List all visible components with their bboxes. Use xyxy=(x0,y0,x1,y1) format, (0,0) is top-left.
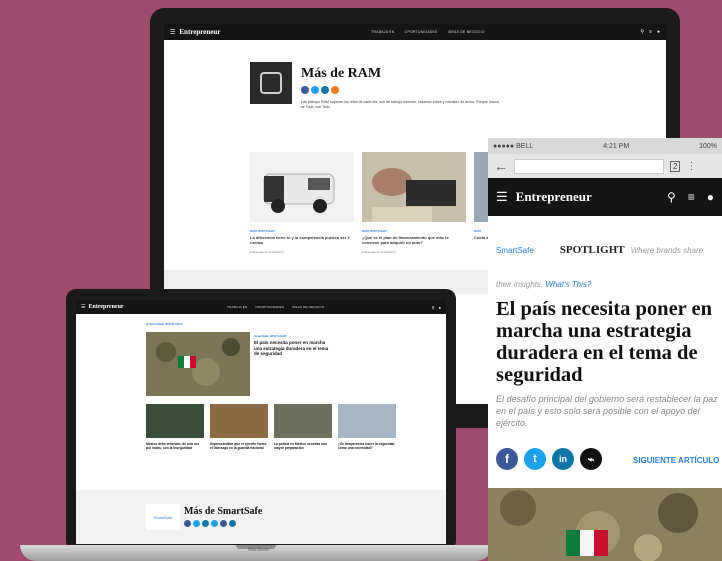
card-image[interactable] xyxy=(338,404,396,438)
search-icon[interactable]: ⚲ xyxy=(432,305,435,310)
browser-toolbar: ← 2 ⋮ xyxy=(488,154,722,178)
nav-item[interactable]: TRABAJA EN xyxy=(371,30,394,34)
battery: 100% xyxy=(699,142,717,150)
whats-this-link[interactable]: What's This? xyxy=(545,280,591,289)
card-tag: RAM SPOTLIGHT xyxy=(250,229,275,233)
sponsor-strip: SmartSafe SPOTLIGHT Where brands share xyxy=(496,244,720,256)
macbook-label: MacBook xyxy=(248,547,269,553)
card-image[interactable] xyxy=(210,404,268,438)
laptop: ☰ Entrepreneur TRABAJA EN OPORTUNIDADES … xyxy=(66,289,456,551)
share-icon[interactable] xyxy=(211,520,218,527)
clock: 4:21 PM xyxy=(603,142,630,150)
phone-screen: ●●●●● BELL 4:21 PM 100% ← 2 ⋮ ☰ Entrepre… xyxy=(488,138,722,561)
subhead: El desafío principal del gobierno será r… xyxy=(496,394,718,428)
section-description: Las pickups RAM superan los retos de cad… xyxy=(301,100,499,109)
rss-icon[interactable] xyxy=(331,86,339,94)
nav-item[interactable]: IDEAS DE NEGOCIO xyxy=(292,305,324,309)
url-field[interactable] xyxy=(514,158,664,174)
card-image[interactable] xyxy=(274,404,332,438)
linkedin-icon[interactable]: in xyxy=(552,448,574,470)
card-image-van[interactable] xyxy=(250,152,354,222)
spotlight-label: SPOTLIGHT xyxy=(559,244,625,256)
search-icon[interactable]: ⚲ xyxy=(667,190,676,204)
card-title[interactable]: Imprescindible que el ejercito forme el … xyxy=(210,442,268,450)
insights-text: their insights. xyxy=(496,280,544,289)
hamburger-icon[interactable]: ☰ xyxy=(81,304,85,310)
twitter-icon[interactable] xyxy=(193,520,200,527)
finance-image xyxy=(362,152,466,222)
hamburger-icon[interactable]: ☰ xyxy=(170,29,175,36)
card-title[interactable]: ¿Se desperecera hacer la seguridad como … xyxy=(338,442,396,450)
share-icon[interactable] xyxy=(229,520,236,527)
headline: El país necesita poner en marcha una est… xyxy=(496,298,713,386)
brand-logo[interactable]: Entrepreneur xyxy=(88,304,123,310)
twitter-icon[interactable]: t xyxy=(524,448,546,470)
card-meta: Entrepreneur en Español xyxy=(362,250,396,254)
nav-item[interactable]: IDEAS DE NEGOCIO xyxy=(448,30,485,34)
user-icon[interactable]: ● xyxy=(439,305,441,310)
smartsafe-logo: SmartSafe xyxy=(496,245,534,255)
nav-item[interactable]: OPORTUNIDADES xyxy=(255,305,284,309)
reading-list-icon[interactable]: ≡ xyxy=(649,29,652,35)
nav-item[interactable]: OPORTUNIDADES xyxy=(405,30,438,34)
van-image xyxy=(263,173,335,213)
smartsafe-logo: SmartSafe xyxy=(146,504,180,530)
card-title[interactable]: La policía en México necesita una mayor … xyxy=(274,442,332,450)
sponsor-strip: ◎ SmartSafe SPOTLIGHT xyxy=(146,322,183,326)
spotlight-tagline: Where brands share xyxy=(630,245,704,255)
article-image xyxy=(488,488,722,561)
reading-list-icon[interactable]: ≡ xyxy=(688,190,695,204)
card-image-finance[interactable] xyxy=(362,152,466,222)
laptop-navbar: ☰ Entrepreneur TRABAJA EN OPORTUNIDADES … xyxy=(76,300,446,314)
facebook-icon[interactable] xyxy=(184,520,191,527)
soldier-image xyxy=(488,488,722,561)
share-icons xyxy=(184,520,236,527)
feature-tag: SmartSafe SPOTLIGHT xyxy=(254,334,287,338)
carrier: ●●●●● BELL xyxy=(493,142,534,150)
monitor-navbar: ☰ Entrepreneur TRABAJA EN OPORTUNIDADES … xyxy=(164,24,666,40)
insights-line: their insights. What's This? xyxy=(496,280,591,289)
card-title[interactable]: ¿Qué es el plan de financiamiento que má… xyxy=(362,235,462,245)
card-meta: Entrepreneur en Español xyxy=(250,250,284,254)
share-row: f t in ⌁ xyxy=(496,448,602,470)
twitter-icon[interactable] xyxy=(311,86,319,94)
kebab-menu-icon[interactable]: ⋮ xyxy=(686,161,696,172)
section-title: Más de RAM xyxy=(301,66,382,81)
feature-image[interactable] xyxy=(146,332,250,396)
card-image[interactable] xyxy=(146,404,204,438)
card-title[interactable]: La diferencia entre tú y la competencia … xyxy=(250,235,350,245)
nav-item[interactable]: TRABAJA EN xyxy=(227,305,247,309)
user-icon[interactable]: ● xyxy=(707,190,714,204)
back-arrow-icon[interactable]: ← xyxy=(494,158,508,174)
lower-section xyxy=(76,490,446,544)
card-tag: RAM SPOTLIGHT xyxy=(362,229,387,233)
card-title[interactable]: México debe entender, de una vez por tod… xyxy=(146,442,204,450)
link-icon[interactable]: ⌁ xyxy=(580,448,602,470)
brand-logo[interactable]: Entrepreneur xyxy=(179,28,220,36)
feature-title[interactable]: El país necesita poner en marcha una est… xyxy=(254,340,334,357)
status-bar: ●●●●● BELL 4:21 PM 100% xyxy=(488,138,722,154)
linkedin-icon[interactable] xyxy=(202,520,209,527)
ram-logo xyxy=(250,62,292,104)
brand-logo[interactable]: Entrepreneur xyxy=(516,189,592,205)
laptop-screen: ☰ Entrepreneur TRABAJA EN OPORTUNIDADES … xyxy=(76,300,446,544)
tabs-icon[interactable]: 2 xyxy=(670,160,681,172)
section-title: Más de SmartSafe xyxy=(184,506,263,517)
next-article-link[interactable]: SIGUIENTE ARTÍCULO xyxy=(633,456,719,465)
facebook-icon[interactable] xyxy=(301,86,309,94)
soldier-image xyxy=(146,332,250,396)
linkedin-icon[interactable] xyxy=(321,86,329,94)
hamburger-icon[interactable]: ☰ xyxy=(496,189,508,205)
share-icon[interactable] xyxy=(220,520,227,527)
phone-navbar: ☰ Entrepreneur ⚲ ≡ ● xyxy=(488,178,722,216)
facebook-icon[interactable]: f xyxy=(496,448,518,470)
search-icon[interactable]: ⚲ xyxy=(640,29,644,35)
card-tag: RAM xyxy=(474,229,481,233)
share-icons xyxy=(301,86,339,94)
user-icon[interactable]: ● xyxy=(657,29,660,35)
